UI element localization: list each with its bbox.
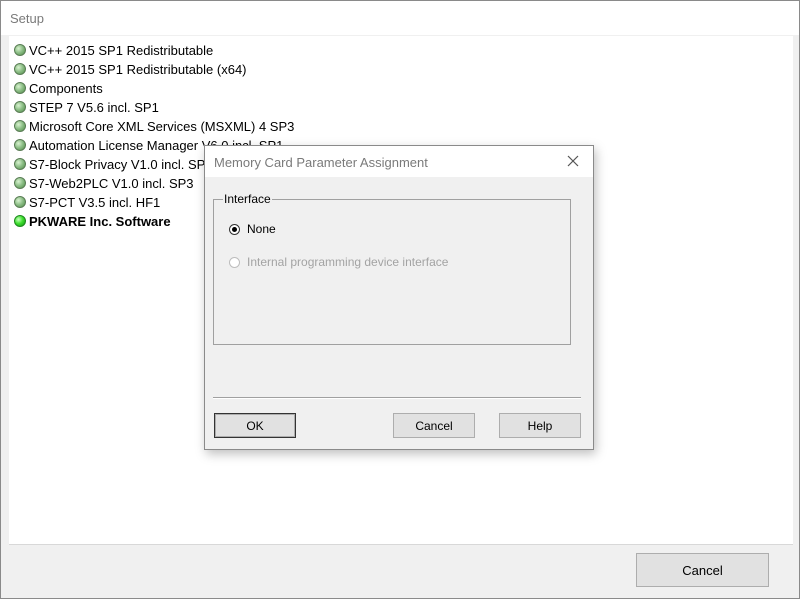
component-label: Components: [29, 80, 103, 96]
status-led-icon: [14, 196, 26, 208]
setup-titlebar: Setup: [1, 1, 799, 35]
list-item: Components: [14, 79, 103, 97]
list-item: Microsoft Core XML Services (MSXML) 4 SP…: [14, 117, 294, 135]
footer-separator: [9, 544, 793, 545]
status-led-icon: [14, 44, 26, 56]
radio-none-label: None: [247, 222, 276, 236]
status-led-active-icon: [14, 215, 26, 227]
list-item-active: PKWARE Inc. Software: [14, 212, 171, 230]
status-led-icon: [14, 82, 26, 94]
radio-internal-interface: Internal programming device interface: [229, 255, 448, 269]
component-label: S7-Block Privacy V1.0 incl. SP4: [29, 156, 213, 172]
radio-unselected-icon: [229, 256, 240, 268]
status-led-icon: [14, 177, 26, 189]
list-item: VC++ 2015 SP1 Redistributable (x64): [14, 60, 247, 78]
list-item: S7-Web2PLC V1.0 incl. SP3: [14, 174, 194, 192]
dialog-separator-highlight: [213, 398, 581, 399]
status-led-icon: [14, 139, 26, 151]
status-led-icon: [14, 120, 26, 132]
close-icon[interactable]: [563, 151, 583, 171]
radio-none[interactable]: None: [229, 222, 276, 236]
component-label: Microsoft Core XML Services (MSXML) 4 SP…: [29, 118, 295, 134]
interface-groupbox: [213, 199, 571, 345]
dialog-title: Memory Card Parameter Assignment: [214, 155, 428, 170]
component-label: VC++ 2015 SP1 Redistributable: [29, 42, 214, 58]
component-label: STEP 7 V5.6 incl. SP1: [29, 99, 159, 115]
memory-card-dialog: Memory Card Parameter Assignment Interfa…: [204, 145, 594, 450]
component-label: S7-Web2PLC V1.0 incl. SP3: [29, 175, 194, 191]
component-label: PKWARE Inc. Software: [29, 213, 171, 229]
list-item: STEP 7 V5.6 incl. SP1: [14, 98, 159, 116]
list-item: S7-PCT V3.5 incl. HF1: [14, 193, 160, 211]
list-item: VC++ 2015 SP1 Redistributable: [14, 41, 213, 59]
help-button[interactable]: Help: [499, 413, 581, 438]
radio-internal-interface-label: Internal programming device interface: [247, 255, 449, 269]
component-label: S7-PCT V3.5 incl. HF1: [29, 194, 161, 210]
list-item: S7-Block Privacy V1.0 incl. SP4: [14, 155, 213, 173]
radio-selected-icon[interactable]: [229, 223, 240, 235]
status-led-icon: [14, 63, 26, 75]
dialog-titlebar: Memory Card Parameter Assignment: [205, 146, 593, 177]
setup-title: Setup: [10, 11, 44, 26]
ok-button[interactable]: OK: [214, 413, 296, 438]
setup-cancel-button[interactable]: Cancel: [636, 553, 769, 587]
cancel-button[interactable]: Cancel: [393, 413, 475, 438]
status-led-icon: [14, 101, 26, 113]
status-led-icon: [14, 158, 26, 170]
component-label: VC++ 2015 SP1 Redistributable (x64): [29, 61, 247, 77]
interface-group-label: Interface: [223, 192, 272, 206]
